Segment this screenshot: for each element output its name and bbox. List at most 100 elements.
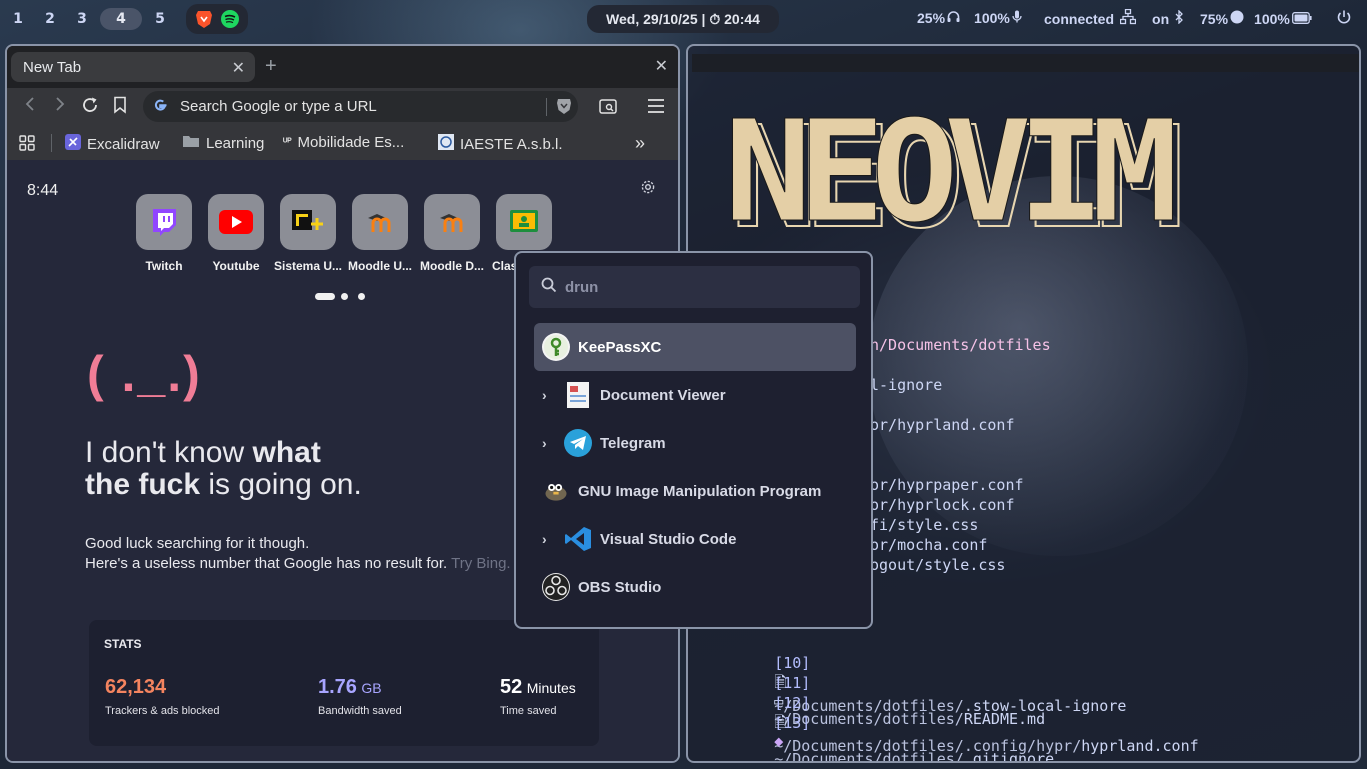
page-dot[interactable] xyxy=(358,293,365,300)
ntp-clock: 8:44 xyxy=(27,182,59,199)
stat-time: 52 Minutes Time saved xyxy=(500,676,576,717)
chevron-right-icon: › xyxy=(542,387,547,403)
more-bookmarks-icon[interactable]: » xyxy=(635,133,645,154)
tile-sistema[interactable]: Sistema U... xyxy=(274,194,342,273)
tile-moodle-d[interactable]: Moodle D... xyxy=(420,194,484,273)
tile-label: Moodle D... xyxy=(420,259,484,273)
headphones-icon xyxy=(947,10,960,26)
youtube-icon xyxy=(208,194,264,250)
search-icon xyxy=(541,277,557,298)
sidebar-search-icon[interactable] xyxy=(599,98,617,119)
headline-bold: the fuck xyxy=(85,468,201,501)
launcher-entry-vscode[interactable]: › Visual Studio Code xyxy=(534,515,856,563)
menu-icon[interactable] xyxy=(647,98,665,119)
settings-gear-icon[interactable] xyxy=(640,179,656,200)
time-unit: Minutes xyxy=(526,680,576,696)
taskbar-apps xyxy=(186,4,248,34)
stats-title: STATS xyxy=(104,637,142,651)
launcher-entry-document-viewer[interactable]: › Document Viewer xyxy=(534,371,856,419)
tile-classroom[interactable]: Clas xyxy=(492,194,552,273)
reload-icon[interactable] xyxy=(81,96,99,119)
tile-moodle-u[interactable]: Moodle U... xyxy=(348,194,412,273)
workspace-5[interactable]: 5 xyxy=(146,8,174,30)
page-dot[interactable] xyxy=(341,293,348,300)
terminal-line: or/mocha.conf xyxy=(870,536,988,554)
telegram-icon xyxy=(564,429,592,457)
clock[interactable]: Wed, 29/10/25 | ⏱ 20:44 xyxy=(587,5,779,33)
headline-bold: what xyxy=(252,436,321,469)
new-tab-button[interactable]: + xyxy=(265,55,277,78)
bandwidth-caption: Bandwidth saved xyxy=(318,705,402,717)
subtext-part: Here's a useless number that Google has … xyxy=(85,555,452,572)
tile-pagination[interactable] xyxy=(315,293,365,300)
power-status[interactable]: 75% 100% xyxy=(1200,10,1312,27)
bookmarks-divider xyxy=(51,134,52,152)
terminal-line: or/hyprlock.conf xyxy=(870,496,1015,514)
window-close-icon[interactable]: ✕ xyxy=(655,56,668,76)
terminal-title-bar xyxy=(692,54,1359,72)
git-icon: ◆ xyxy=(774,732,784,750)
trackers-caption: Trackers & ads blocked xyxy=(105,705,220,717)
terminal-line: fi/style.css xyxy=(870,516,979,534)
bookmark-excalidraw[interactable]: Excalidraw xyxy=(65,134,160,154)
bookmark-label: Learning xyxy=(206,134,265,152)
moodle-icon xyxy=(352,194,408,250)
launcher-entry-keepassxc[interactable]: KeePassXC xyxy=(534,323,856,371)
tile-youtube[interactable]: Youtube xyxy=(208,194,264,273)
headline-part: I don't know xyxy=(85,436,253,469)
battery-level: 100% xyxy=(1254,10,1290,27)
power-button[interactable] xyxy=(1336,9,1352,30)
apps-grid-icon[interactable] xyxy=(19,135,35,151)
bookmark-icon[interactable] xyxy=(113,96,127,119)
neovim-logo: NEOVIM NEOVIM xyxy=(724,108,1184,238)
bookmark-label: Mobilidade Es... xyxy=(297,134,405,151)
network-status[interactable]: connected on xyxy=(1044,8,1184,28)
mic-level: 100% xyxy=(974,10,1010,26)
bluetooth-label: on xyxy=(1152,10,1170,27)
terminal-line: ogout/style.css xyxy=(870,556,1006,574)
workspace-1[interactable]: 1 xyxy=(4,8,32,30)
forward-icon[interactable] xyxy=(53,96,67,117)
bookmark-iaeste[interactable]: IAESTE A.s.b.l. xyxy=(438,134,563,154)
spotify-icon[interactable] xyxy=(220,9,240,29)
tab-close-icon[interactable]: ✕ xyxy=(232,58,245,78)
moodle-icon xyxy=(424,194,480,250)
page-dot-active[interactable] xyxy=(315,293,335,300)
folder-icon xyxy=(182,134,200,152)
subtext-line: Here's a useless number that Google has … xyxy=(85,554,511,574)
tile-twitch[interactable]: Twitch xyxy=(136,194,192,273)
launcher-entry-obs[interactable]: OBS Studio xyxy=(534,563,856,611)
recent-file-row[interactable]: [13] ◆ ~/Documents/dotfiles/.gitignore xyxy=(720,696,1054,761)
workspace-3[interactable]: 3 xyxy=(68,8,96,30)
bookmark-label: IAESTE A.s.b.l. xyxy=(460,135,563,153)
entry-label: Visual Studio Code xyxy=(600,530,737,548)
bookmark-mobilidade[interactable]: ᵁᴾ Mobilidade Es... xyxy=(283,134,404,151)
ntp-headline: I don't know what the fuck is going on. xyxy=(85,437,362,501)
tab-new-tab[interactable]: New Tab ✕ xyxy=(11,52,255,82)
workspace-2[interactable]: 2 xyxy=(36,8,64,30)
entry-label: KeePassXC xyxy=(578,338,662,356)
entry-label: Telegram xyxy=(600,434,666,452)
audio-status[interactable]: 25% 100% xyxy=(917,10,1022,26)
classroom-icon xyxy=(496,194,552,250)
stat-trackers: 62,134 Trackers & ads blocked xyxy=(105,676,220,717)
address-placeholder: Search Google or type a URL xyxy=(180,98,377,115)
tile-label: Moodle U... xyxy=(348,259,412,273)
tile-label: Sistema U... xyxy=(273,259,343,273)
vscode-icon xyxy=(564,525,592,553)
brave-shields-icon[interactable] xyxy=(556,97,572,120)
battery-icon xyxy=(1291,11,1312,27)
launcher-search-input[interactable] xyxy=(565,278,835,296)
brave-icon[interactable] xyxy=(194,9,214,29)
workspace-4[interactable]: 4 xyxy=(100,8,142,30)
launcher-entry-telegram[interactable]: › Telegram xyxy=(534,419,856,467)
back-icon[interactable] xyxy=(23,96,37,117)
bookmark-learning[interactable]: Learning xyxy=(182,134,264,152)
launcher-entry-gimp[interactable]: GNU Image Manipulation Program xyxy=(534,467,856,515)
obs-icon xyxy=(542,573,570,601)
try-bing-link[interactable]: Try Bing. xyxy=(451,555,510,572)
stat-bandwidth: 1.76 GB Bandwidth saved xyxy=(318,676,402,717)
excalidraw-icon xyxy=(65,134,81,154)
kaomoji-face: ( ._.) xyxy=(87,346,202,402)
address-bar[interactable]: Search Google or type a URL xyxy=(143,91,578,122)
